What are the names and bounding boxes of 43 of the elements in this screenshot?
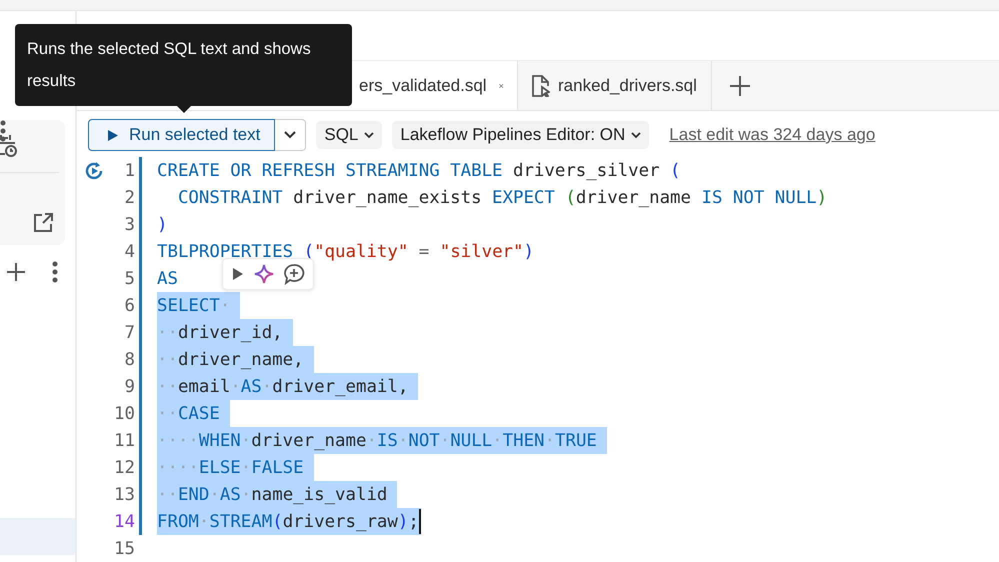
run-cell-icon[interactable] (84, 160, 104, 180)
more-icon[interactable] (0, 120, 6, 142)
sparkle-icon[interactable] (253, 263, 275, 285)
run-selected-button[interactable]: Run selected text (88, 119, 276, 151)
play-icon (107, 128, 119, 142)
line-number: 14 (113, 512, 135, 532)
last-edit-link[interactable]: Last edit was 324 days ago (669, 125, 876, 145)
line-number: 9 (124, 376, 135, 396)
chevron-down-icon (364, 132, 374, 138)
tooltip-arrow (177, 106, 191, 113)
line-number: 6 (124, 296, 135, 316)
code-line: ) (157, 214, 168, 236)
add-tab-icon[interactable] (728, 74, 751, 96)
line-number: 2 (124, 188, 135, 208)
external-link-icon[interactable] (33, 213, 53, 233)
play-icon[interactable] (231, 266, 245, 282)
line-number: 13 (113, 484, 135, 504)
line-number: 8 (124, 350, 135, 370)
chevron-down-icon (631, 132, 642, 138)
file-icon (532, 74, 550, 96)
code-line: TBLPROPERTIES ("quality" = "silver") (157, 240, 534, 264)
code-line: CREATE OR REFRESH STREAMING TABLE drivers_silver ( (157, 160, 681, 182)
calendar-clock-icon[interactable] (0, 134, 18, 158)
line-number: 1 (124, 160, 135, 180)
more-icon[interactable] (52, 261, 58, 283)
line-number: 5 (124, 268, 135, 288)
line-number: 12 (113, 458, 135, 478)
run-options-dropdown[interactable] (275, 119, 306, 151)
tooltip: Runs the selected SQL text and shows results (15, 24, 352, 106)
code-line: CONSTRAINT driver_name_exists EXPECT (driver_name IS NOT NULL) (176, 186, 828, 210)
line-number: 15 (113, 538, 135, 558)
add-comment-icon[interactable] (283, 263, 305, 285)
plus-icon[interactable] (6, 262, 26, 282)
editor-toggle-dropdown[interactable]: Lakeflow Pipelines Editor: ON (392, 121, 650, 149)
code-line: AS (157, 268, 178, 290)
language-dropdown[interactable]: SQL (316, 121, 382, 149)
line-number: 11 (113, 430, 135, 450)
line-number: 10 (113, 404, 135, 424)
line-number: 7 (124, 322, 135, 342)
chevron-down-icon (284, 131, 296, 139)
line-number: 4 (124, 242, 135, 262)
file-tab[interactable]: ranked_drivers.sql (518, 61, 712, 110)
line-number: 3 (124, 214, 135, 234)
